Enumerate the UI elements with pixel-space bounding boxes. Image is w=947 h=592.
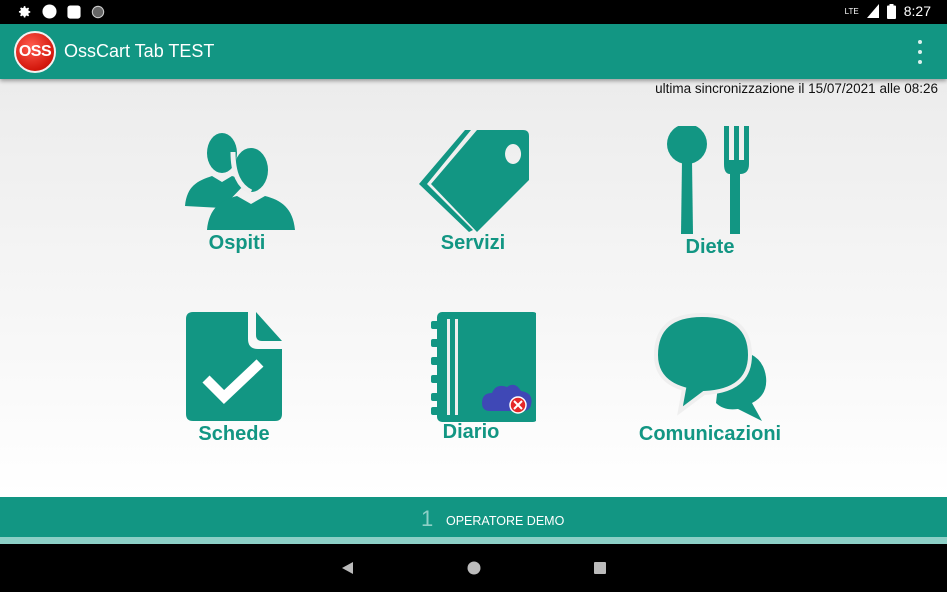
back-icon[interactable] bbox=[340, 560, 354, 576]
tile-servizi[interactable]: Servizi bbox=[373, 126, 573, 255]
footer-strip bbox=[0, 537, 947, 544]
sync-status: ultima sincronizzazione il 15/07/2021 al… bbox=[655, 81, 938, 96]
tile-label: Servizi bbox=[440, 232, 506, 254]
tile-label: Ospiti bbox=[208, 232, 266, 254]
operator-number: 1 bbox=[421, 506, 434, 531]
tile-comunicazioni[interactable]: Comunicazioni bbox=[610, 311, 810, 446]
status-bar: LTE 8:27 bbox=[0, 0, 947, 24]
cutlery-icon bbox=[667, 126, 749, 234]
more-vert-icon[interactable] bbox=[915, 40, 925, 64]
operator-footer: 1 OPERATORE DEMO bbox=[0, 497, 947, 537]
tile-label: Diete bbox=[685, 236, 735, 258]
recents-icon[interactable] bbox=[593, 560, 607, 576]
circle-notification-icon bbox=[42, 4, 57, 19]
document-check-icon bbox=[186, 312, 282, 421]
tile-label: Comunicazioni bbox=[638, 423, 782, 445]
app-title: OssCart Tab TEST bbox=[64, 41, 215, 61]
users-icon bbox=[185, 133, 295, 230]
tile-label: Schede bbox=[198, 423, 270, 445]
tile-diete[interactable]: Diete bbox=[610, 126, 810, 259]
tile-schede[interactable]: Schede bbox=[134, 311, 334, 446]
operator-name: OPERATORE DEMO bbox=[446, 514, 565, 528]
network-type-label: LTE bbox=[844, 6, 859, 16]
tile-diario[interactable]: Diario bbox=[371, 311, 571, 444]
settings-icon bbox=[18, 5, 31, 17]
home-icon[interactable] bbox=[466, 560, 482, 576]
square-notification-icon bbox=[67, 4, 81, 19]
tile-label: Diario bbox=[442, 421, 500, 443]
app-logo: OSS bbox=[14, 31, 56, 73]
record-notification-icon bbox=[91, 5, 105, 18]
battery-icon bbox=[886, 3, 896, 19]
main-menu: ultima sincronizzazione il 15/07/2021 al… bbox=[0, 79, 947, 497]
app-bar: OSS OssCart Tab TEST bbox=[0, 24, 947, 79]
tag-icon bbox=[419, 130, 529, 232]
clock: 8:27 bbox=[903, 3, 931, 19]
chat-bubbles-icon bbox=[653, 312, 767, 421]
navigation-bar bbox=[0, 544, 947, 592]
tile-ospiti[interactable]: Ospiti bbox=[137, 126, 337, 255]
signal-icon bbox=[866, 4, 879, 18]
notebook-icon bbox=[431, 312, 536, 422]
